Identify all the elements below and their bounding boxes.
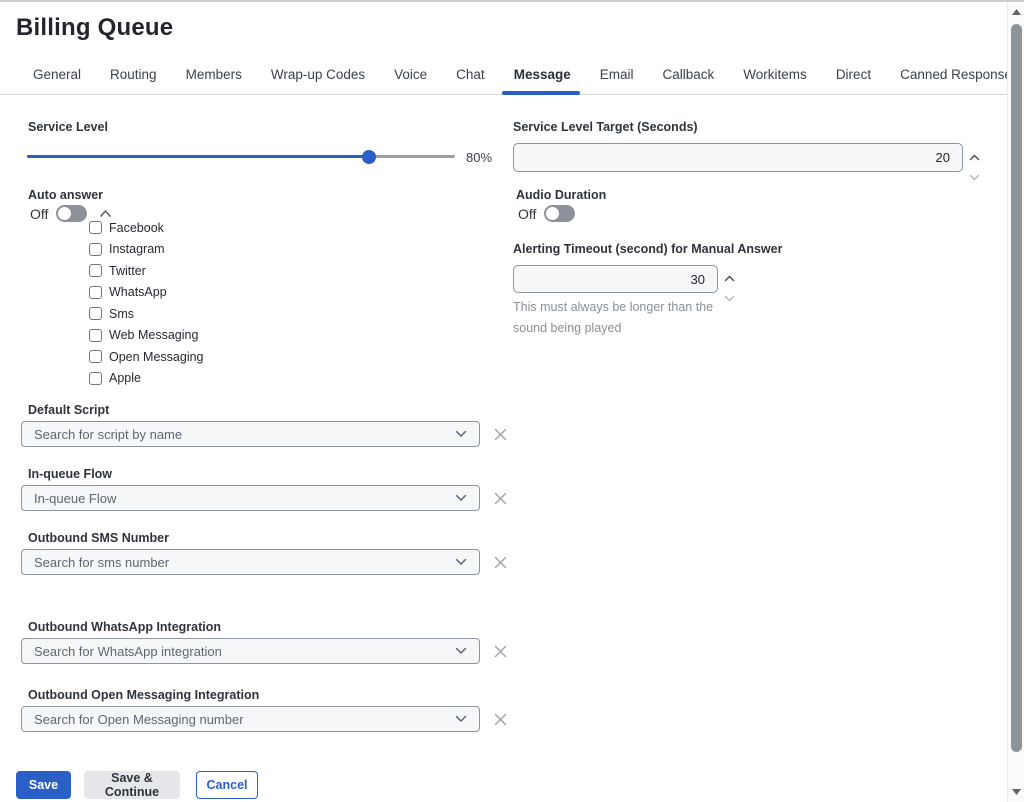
scroll-down-icon[interactable] [1008,784,1024,800]
instagram-checkbox[interactable] [89,243,102,256]
alerting-timeout-hint: This must always be longer than the soun… [513,297,748,339]
instagram-label: Instagram [109,242,165,256]
web-messaging-label: Web Messaging [109,328,198,342]
outbound-sms-label: Outbound SMS Number [28,531,169,545]
service-level-label: Service Level [28,120,108,134]
channel-row-whatsapp[interactable]: WhatsApp [89,286,204,299]
channel-row-instagram[interactable]: Instagram [89,243,204,256]
tab-chat[interactable]: Chat [456,67,485,94]
service-level-target-spinner [969,148,980,186]
scroll-up-icon[interactable] [1008,4,1024,20]
auto-answer-state: Off [30,206,48,222]
twitter-checkbox[interactable] [89,264,102,277]
open-messaging-checkbox[interactable] [89,350,102,363]
default-script-placeholder: Search for script by name [34,427,455,442]
service-level-target-value: 20 [936,150,950,165]
save-and-continue-button[interactable]: Save & Continue [84,771,180,799]
queue-settings-page: Billing Queue General Routing Members Wr… [0,2,1007,802]
chevron-down-icon [455,553,467,571]
sms-label: Sms [109,307,134,321]
chevron-down-icon [455,642,467,660]
tab-bar: General Routing Members Wrap-up Codes Vo… [0,66,1007,95]
outbound-whatsapp-label: Outbound WhatsApp Integration [28,620,221,634]
whatsapp-checkbox[interactable] [89,286,102,299]
facebook-checkbox[interactable] [89,221,102,234]
default-script-clear-icon[interactable] [492,426,508,442]
default-script-dropdown[interactable]: Search for script by name [21,421,480,447]
scrollbar-thumb[interactable] [1011,24,1022,752]
alerting-timeout-input[interactable]: 30 [513,265,718,293]
outbound-open-messaging-clear-icon[interactable] [492,711,508,727]
page-title: Billing Queue [16,14,173,42]
tab-canned-responses[interactable]: Canned Responses [900,67,1019,94]
outbound-whatsapp-dropdown[interactable]: Search for WhatsApp integration [21,638,480,664]
channel-row-sms[interactable]: Sms [89,307,204,320]
outbound-sms-dropdown[interactable]: Search for sms number [21,549,480,575]
apple-label: Apple [109,371,141,385]
vertical-scrollbar[interactable] [1007,2,1024,802]
default-script-label: Default Script [28,403,109,417]
tab-message[interactable]: Message [514,67,571,94]
sms-checkbox[interactable] [89,307,102,320]
in-queue-flow-dropdown[interactable]: In-queue Flow [21,485,480,511]
in-queue-flow-placeholder: In-queue Flow [34,491,455,506]
chevron-down-icon [455,489,467,507]
facebook-label: Facebook [109,221,164,235]
channel-row-web-messaging[interactable]: Web Messaging [89,329,204,342]
slider-thumb[interactable] [362,150,376,164]
spinner-down-icon[interactable] [969,168,980,186]
toggle-knob [58,207,71,220]
service-level-value: 80% [466,150,492,165]
toggle-knob [546,207,559,220]
alerting-timeout-label: Alerting Timeout (second) for Manual Ans… [513,242,782,256]
tab-wrap-up-codes[interactable]: Wrap-up Codes [271,67,365,94]
auto-answer-label: Auto answer [28,188,103,202]
apple-checkbox[interactable] [89,372,102,385]
channel-checkbox-list: Facebook Instagram Twitter WhatsApp Sms … [89,221,204,393]
tab-general[interactable]: General [33,67,81,94]
whatsapp-label: WhatsApp [109,285,167,299]
tab-members[interactable]: Members [186,67,242,94]
spinner-up-icon[interactable] [969,148,980,166]
cancel-button[interactable]: Cancel [196,771,258,799]
twitter-label: Twitter [109,264,146,278]
tab-callback[interactable]: Callback [663,67,715,94]
auto-answer-toggle[interactable] [56,205,87,222]
service-level-target-input[interactable]: 20 [513,143,963,172]
tab-email[interactable]: Email [600,67,634,94]
audio-duration-state: Off [518,206,536,222]
service-level-slider[interactable] [27,155,455,158]
channel-row-twitter[interactable]: Twitter [89,264,204,277]
service-level-target-label: Service Level Target (Seconds) [513,120,698,134]
tab-voice[interactable]: Voice [394,67,427,94]
chevron-down-icon [455,710,467,728]
outbound-open-messaging-placeholder: Search for Open Messaging number [34,712,455,727]
channel-row-facebook[interactable]: Facebook [89,221,204,234]
alerting-timeout-value: 30 [691,272,705,287]
in-queue-flow-clear-icon[interactable] [492,490,508,506]
auto-answer-toggle-row: Off [30,205,112,222]
chevron-down-icon [455,425,467,443]
outbound-whatsapp-clear-icon[interactable] [492,643,508,659]
channel-row-apple[interactable]: Apple [89,372,204,385]
outbound-sms-clear-icon[interactable] [492,554,508,570]
slider-fill [27,155,369,158]
spinner-up-icon[interactable] [724,269,735,287]
audio-duration-toggle[interactable] [544,205,575,222]
audio-duration-toggle-row: Off [518,205,575,222]
open-messaging-label: Open Messaging [109,350,204,364]
channel-row-open-messaging[interactable]: Open Messaging [89,350,204,363]
audio-duration-label: Audio Duration [516,188,606,202]
web-messaging-checkbox[interactable] [89,329,102,342]
tab-direct[interactable]: Direct [836,67,871,94]
tab-workitems[interactable]: Workitems [743,67,807,94]
tab-routing[interactable]: Routing [110,67,157,94]
outbound-whatsapp-placeholder: Search for WhatsApp integration [34,644,455,659]
in-queue-flow-label: In-queue Flow [28,467,112,481]
chevron-up-icon[interactable] [99,209,112,218]
outbound-open-messaging-dropdown[interactable]: Search for Open Messaging number [21,706,480,732]
outbound-sms-placeholder: Search for sms number [34,555,455,570]
outbound-open-messaging-label: Outbound Open Messaging Integration [28,688,259,702]
save-button[interactable]: Save [16,771,71,799]
